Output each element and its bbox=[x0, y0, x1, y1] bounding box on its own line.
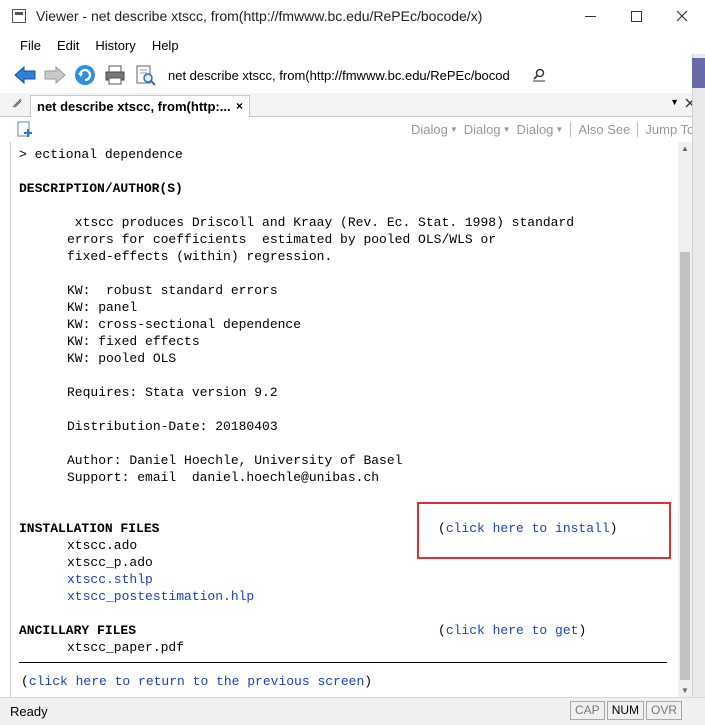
menu-edit[interactable]: Edit bbox=[49, 38, 87, 53]
get-link-wrapper: (click here to get) bbox=[438, 623, 587, 638]
content-line: > ectional dependence bbox=[19, 147, 183, 162]
return-link-wrapper: (click here to return to the previous sc… bbox=[21, 674, 373, 689]
section-heading-ancillary: ANCILLARY FILES bbox=[19, 623, 137, 638]
menu-bar: File Edit History Help bbox=[0, 34, 705, 56]
tab-bar: net describe xtscc, from(http:... × ▼ bbox=[0, 93, 705, 117]
new-viewer-button[interactable] bbox=[16, 120, 34, 141]
file-link-postestimation[interactable]: xtscc_postestimation.hlp bbox=[67, 588, 254, 605]
section-heading-installation: INSTALLATION FILES bbox=[19, 521, 160, 536]
tab-close-icon[interactable]: × bbox=[236, 99, 243, 113]
file-link-sthlp[interactable]: xtscc.sthlp bbox=[67, 571, 153, 588]
content-line: xtscc produces Driscoll and Kraay (Rev. … bbox=[67, 215, 575, 230]
dialog-button-3[interactable]: Dialog ▼ bbox=[514, 122, 567, 137]
viewer-action-buttons: Dialog ▼ Dialog ▼ Dialog ▼ Also See Jump To bbox=[408, 122, 697, 137]
caret-down-icon: ▼ bbox=[502, 125, 511, 134]
window-controls bbox=[567, 0, 705, 32]
num-lock-indicator: NUM bbox=[606, 701, 645, 720]
dialog-button-1[interactable]: Dialog ▼ bbox=[408, 122, 461, 137]
content-line: errors for coefficients estimated by poo… bbox=[67, 232, 497, 247]
divider bbox=[19, 662, 667, 663]
status-indicators: CAP NUM OVR bbox=[570, 701, 684, 720]
status-bar: Ready CAP NUM OVR bbox=[0, 697, 705, 725]
section-heading-description: DESCRIPTION/AUTHOR(S) bbox=[19, 181, 183, 196]
keyword-line: KW: panel bbox=[67, 300, 138, 315]
close-icon bbox=[676, 10, 688, 22]
keyword-line: KW: fixed effects bbox=[67, 334, 200, 349]
maximize-icon bbox=[630, 10, 642, 22]
find-page-icon bbox=[136, 65, 156, 86]
return-link[interactable]: click here to return to the previous scr… bbox=[29, 674, 364, 689]
title-bar: Viewer - net describe xtscc, from(http:/… bbox=[0, 0, 705, 32]
scroll-thumb[interactable] bbox=[680, 252, 690, 680]
distribution-date-line: Distribution-Date: 20180403 bbox=[67, 419, 278, 434]
jump-to-button[interactable]: Jump To bbox=[642, 122, 697, 137]
menu-file[interactable]: File bbox=[12, 38, 49, 53]
keyword-line: KW: cross-sectional dependence bbox=[67, 317, 302, 332]
keyword-line: KW: pooled OLS bbox=[67, 351, 177, 366]
separator bbox=[637, 122, 639, 137]
maximize-button[interactable] bbox=[613, 0, 659, 32]
overwrite-indicator: OVR bbox=[646, 701, 683, 720]
tab-net-describe[interactable]: net describe xtscc, from(http:... × bbox=[30, 95, 250, 117]
refresh-button[interactable] bbox=[72, 62, 98, 88]
caret-down-icon: ▼ bbox=[555, 125, 564, 134]
background-window-fragment bbox=[692, 58, 705, 88]
status-text: Ready bbox=[10, 704, 48, 719]
close-button[interactable] bbox=[659, 0, 705, 32]
tab-pin-icon[interactable] bbox=[12, 98, 22, 108]
content-line: fixed-effects (within) regression. bbox=[67, 249, 333, 264]
viewer-toolbar: Dialog ▼ Dialog ▼ Dialog ▼ Also See Jump To bbox=[10, 118, 694, 142]
dialog-button-2[interactable]: Dialog ▼ bbox=[461, 122, 514, 137]
caret-down-icon: ▼ bbox=[449, 125, 458, 134]
dialog-label: Dialog bbox=[516, 122, 554, 137]
dialog-label: Dialog bbox=[463, 122, 501, 137]
magnifier-icon bbox=[533, 68, 545, 82]
vertical-scrollbar[interactable]: ▲ ▼ bbox=[678, 142, 692, 698]
scroll-up-icon[interactable]: ▲ bbox=[678, 142, 692, 156]
highlight-box bbox=[417, 502, 671, 559]
forward-button[interactable] bbox=[42, 62, 68, 88]
get-link[interactable]: click here to get bbox=[446, 623, 579, 638]
print-button[interactable] bbox=[102, 62, 128, 88]
tab-list-dropdown-icon[interactable]: ▼ bbox=[670, 97, 679, 107]
author-line: Author: Daniel Hoechle, University of Ba… bbox=[67, 453, 403, 468]
separator bbox=[570, 122, 572, 137]
forward-arrow-icon bbox=[44, 65, 66, 85]
address-go-button[interactable] bbox=[532, 68, 546, 82]
file-item: xtscc_p.ado bbox=[67, 555, 153, 570]
support-line: Support: email daniel.hoechle@unibas.ch bbox=[67, 470, 380, 485]
file-item: xtscc.ado bbox=[67, 538, 138, 553]
requires-line: Requires: Stata version 9.2 bbox=[67, 385, 278, 400]
app-icon bbox=[12, 9, 26, 23]
caps-lock-indicator: CAP bbox=[570, 701, 605, 720]
toolbar: net describe xtscc, from(http://fmwww.bc… bbox=[0, 58, 705, 92]
minimize-icon bbox=[584, 15, 596, 17]
ancillary-file-item: xtscc_paper.pdf bbox=[67, 640, 185, 655]
address-input[interactable]: net describe xtscc, from(http://fmwww.bc… bbox=[168, 64, 518, 86]
back-arrow-icon bbox=[14, 65, 36, 85]
menu-history[interactable]: History bbox=[87, 38, 143, 53]
printer-icon bbox=[105, 65, 125, 85]
viewer-content: > ectional dependence DESCRIPTION/AUTHOR… bbox=[10, 142, 678, 698]
scroll-down-icon[interactable]: ▼ bbox=[678, 684, 692, 698]
refresh-icon bbox=[75, 65, 95, 85]
keyword-line: KW: robust standard errors bbox=[67, 283, 278, 298]
back-button[interactable] bbox=[12, 62, 38, 88]
tab-label: net describe xtscc, from(http:... bbox=[37, 99, 231, 114]
minimize-button[interactable] bbox=[567, 0, 613, 32]
background-window-edge bbox=[692, 54, 705, 697]
new-page-icon bbox=[17, 121, 32, 137]
window-title: Viewer - net describe xtscc, from(http:/… bbox=[36, 8, 483, 24]
find-button[interactable] bbox=[132, 62, 158, 88]
dialog-label: Dialog bbox=[411, 122, 448, 137]
menu-help[interactable]: Help bbox=[144, 38, 187, 53]
also-see-button[interactable]: Also See bbox=[575, 122, 633, 137]
